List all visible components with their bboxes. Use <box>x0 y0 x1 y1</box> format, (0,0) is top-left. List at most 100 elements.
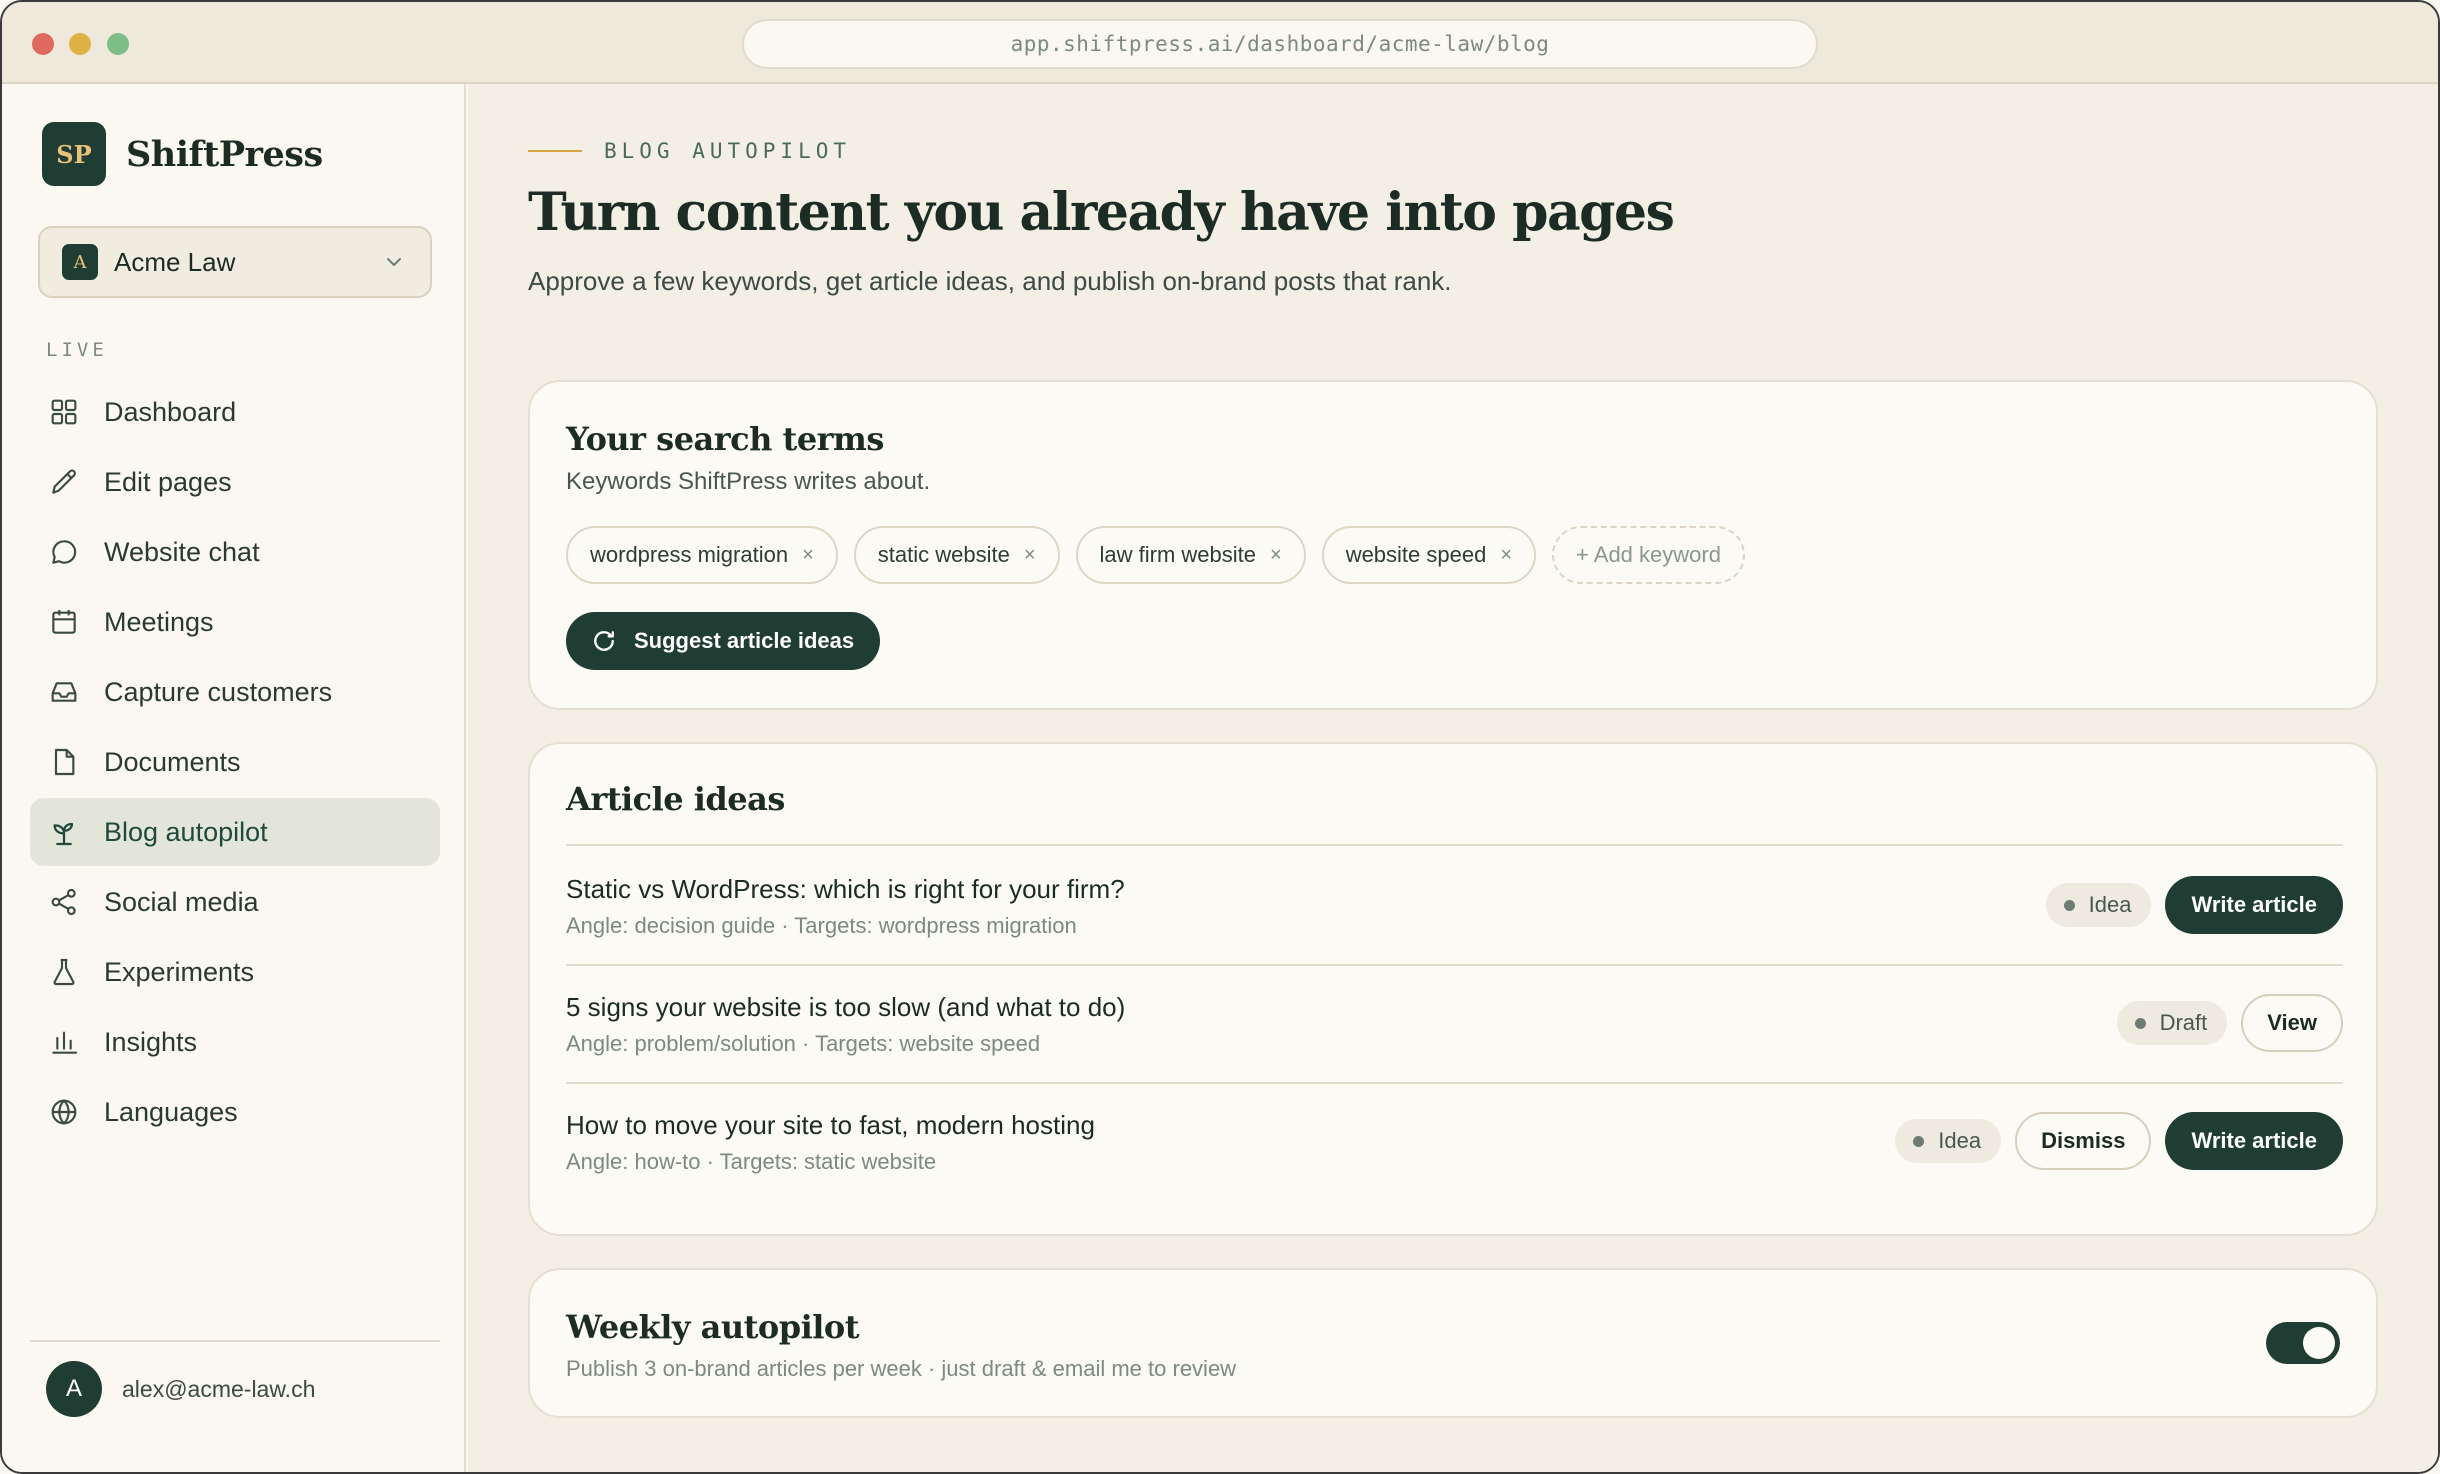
page-subtitle: Approve a few keywords, get article idea… <box>528 266 1452 296</box>
status-dot-icon <box>1913 1135 1925 1147</box>
avatar: A <box>46 1361 102 1417</box>
card-subtitle: Keywords ShiftPress writes about. <box>566 468 931 495</box>
browser-window: app.shiftpress.ai/dashboard/acme-law/blo… <box>0 0 2440 1474</box>
share-icon <box>51 888 76 916</box>
card-title: Your search terms <box>566 420 884 458</box>
idea-meta: Angle: decision guide · Targets: wordpre… <box>566 913 1077 938</box>
refresh-icon <box>594 631 614 651</box>
weekly-autopilot-toggle[interactable] <box>2266 1322 2340 1364</box>
keyword-chip[interactable]: law firm website × <box>1075 526 1306 584</box>
status-label: Draft <box>2159 1010 2208 1035</box>
sidebar-item-label: Blog autopilot <box>104 816 268 847</box>
sidebar-item-languages[interactable]: Languages <box>30 1078 440 1146</box>
document-icon <box>54 748 75 776</box>
dismiss-button[interactable]: Dismiss <box>2015 1112 2152 1170</box>
workspace-selector[interactable]: A Acme Law <box>38 226 432 298</box>
chevron-down-icon <box>387 258 401 266</box>
keyword-label: law firm website <box>1099 542 1256 567</box>
card-title: Weekly autopilot <box>566 1308 860 1346</box>
idea-actions: Draft View <box>2116 994 2343 1052</box>
sidebar-item-label: Social media <box>104 886 259 917</box>
keyword-label: wordpress migration <box>590 542 789 567</box>
chat-icon <box>52 540 77 564</box>
list-item: Static vs WordPress: which is right for … <box>566 846 2343 964</box>
sidebar-item-dashboard[interactable]: Dashboard <box>30 378 440 446</box>
url-bar[interactable]: app.shiftpress.ai/dashboard/acme-law/blo… <box>742 19 1818 69</box>
idea-meta: Angle: problem/solution · Targets: websi… <box>566 1031 1041 1056</box>
toggle-knob <box>2303 1327 2335 1359</box>
keyword-chip[interactable]: website speed × <box>1321 526 1537 584</box>
idea-title: Static vs WordPress: which is right for … <box>566 874 1125 904</box>
keyword-chips: wordpress migration × static website × l… <box>566 526 1761 584</box>
eyebrow-accent-line <box>528 150 582 152</box>
minimize-window-button[interactable] <box>69 33 91 55</box>
sidebar-item-blog-autopilot[interactable]: Blog autopilot <box>30 798 440 866</box>
sidebar-item-capture-customers[interactable]: Capture customers <box>30 658 440 726</box>
sidebar-item-documents[interactable]: Documents <box>30 728 440 796</box>
user-email: alex@acme-law.ch <box>122 1375 316 1402</box>
article-ideas-card: Article ideas Static vs WordPress: which… <box>528 742 2378 1236</box>
flask-icon <box>53 958 75 986</box>
bar-chart-icon <box>52 1031 78 1054</box>
sidebar-item-label: Documents <box>104 746 241 777</box>
keyword-label: static website <box>877 542 1010 567</box>
add-keyword-button[interactable]: + Add keyword <box>1552 526 1745 584</box>
keyword-chip[interactable]: wordpress migration × <box>566 526 838 584</box>
card-title: Article ideas <box>566 780 785 818</box>
globe-icon <box>51 1099 77 1125</box>
write-article-button[interactable]: Write article <box>2165 1112 2343 1170</box>
sidebar-item-label: Website chat <box>104 536 260 567</box>
close-icon[interactable]: × <box>1270 544 1282 567</box>
sidebar-item-meetings[interactable]: Meetings <box>30 588 440 656</box>
sidebar-item-label: Capture customers <box>104 676 333 707</box>
close-window-button[interactable] <box>32 33 54 55</box>
status-label: Idea <box>1938 1128 1982 1153</box>
keyword-chip[interactable]: static website × <box>853 526 1060 584</box>
status-badge: Draft <box>2116 1001 2228 1045</box>
maximize-window-button[interactable] <box>107 33 129 55</box>
idea-actions: Idea Write article <box>2045 876 2343 934</box>
seedling-icon <box>53 822 74 846</box>
close-icon[interactable]: × <box>1500 544 1512 567</box>
main-content: BLOG AUTOPILOT Turn content you already … <box>468 84 2438 1472</box>
title-bar: app.shiftpress.ai/dashboard/acme-law/blo… <box>2 2 2438 84</box>
sidebar-item-website-chat[interactable]: Website chat <box>30 518 440 586</box>
sidebar-divider <box>30 1340 440 1342</box>
brand[interactable]: SP ShiftPress <box>42 122 323 186</box>
sidebar-item-social-media[interactable]: Social media <box>30 868 440 936</box>
close-icon[interactable]: × <box>1024 544 1036 567</box>
sidebar-item-label: Experiments <box>104 956 255 987</box>
weekly-autopilot-card: Weekly autopilot Publish 3 on-brand arti… <box>528 1268 2378 1418</box>
button-label: Suggest article ideas <box>634 628 855 653</box>
list-item: How to move your site to fast, modern ho… <box>566 1082 2343 1200</box>
sidebar-item-insights[interactable]: Insights <box>30 1008 440 1076</box>
write-article-button[interactable]: Write article <box>2165 876 2343 934</box>
grid-icon <box>51 399 77 425</box>
brand-logo: SP <box>42 122 106 186</box>
idea-actions: Idea Dismiss Write article <box>1895 1112 2343 1170</box>
keyword-label: website speed <box>1345 542 1487 567</box>
status-badge: Idea <box>2045 883 2152 927</box>
inbox-icon <box>51 682 77 702</box>
close-icon[interactable]: × <box>802 544 814 567</box>
nav-section-label: LIVE <box>46 339 108 361</box>
user-account[interactable]: A alex@acme-law.ch <box>46 1361 315 1417</box>
sidebar-item-label: Languages <box>104 1096 238 1127</box>
card-subtitle: Publish 3 on-brand articles per week · j… <box>566 1356 1237 1381</box>
search-terms-card: Your search terms Keywords ShiftPress wr… <box>528 380 2378 710</box>
status-dot-icon <box>2134 1017 2146 1029</box>
idea-title: 5 signs your website is too slow (and wh… <box>566 992 1126 1022</box>
sidebar-item-experiments[interactable]: Experiments <box>30 938 440 1006</box>
sidebar-nav: Dashboard Edit pages Website chat Meetin… <box>30 378 440 1148</box>
sidebar-item-edit-pages[interactable]: Edit pages <box>30 448 440 516</box>
status-label: Idea <box>2088 892 2132 917</box>
page-title: Turn content you already have into pages <box>528 182 1675 243</box>
suggest-article-ideas-button[interactable]: Suggest article ideas <box>566 612 881 670</box>
sidebar-item-label: Dashboard <box>104 396 237 427</box>
idea-title: How to move your site to fast, modern ho… <box>566 1110 1095 1140</box>
pencil-icon <box>52 469 76 494</box>
view-button[interactable]: View <box>2241 994 2343 1052</box>
sidebar: SP ShiftPress A Acme Law LIVE Dashboard … <box>2 84 466 1472</box>
sidebar-item-label: Insights <box>104 1026 198 1057</box>
list-item: 5 signs your website is too slow (and wh… <box>566 964 2343 1082</box>
